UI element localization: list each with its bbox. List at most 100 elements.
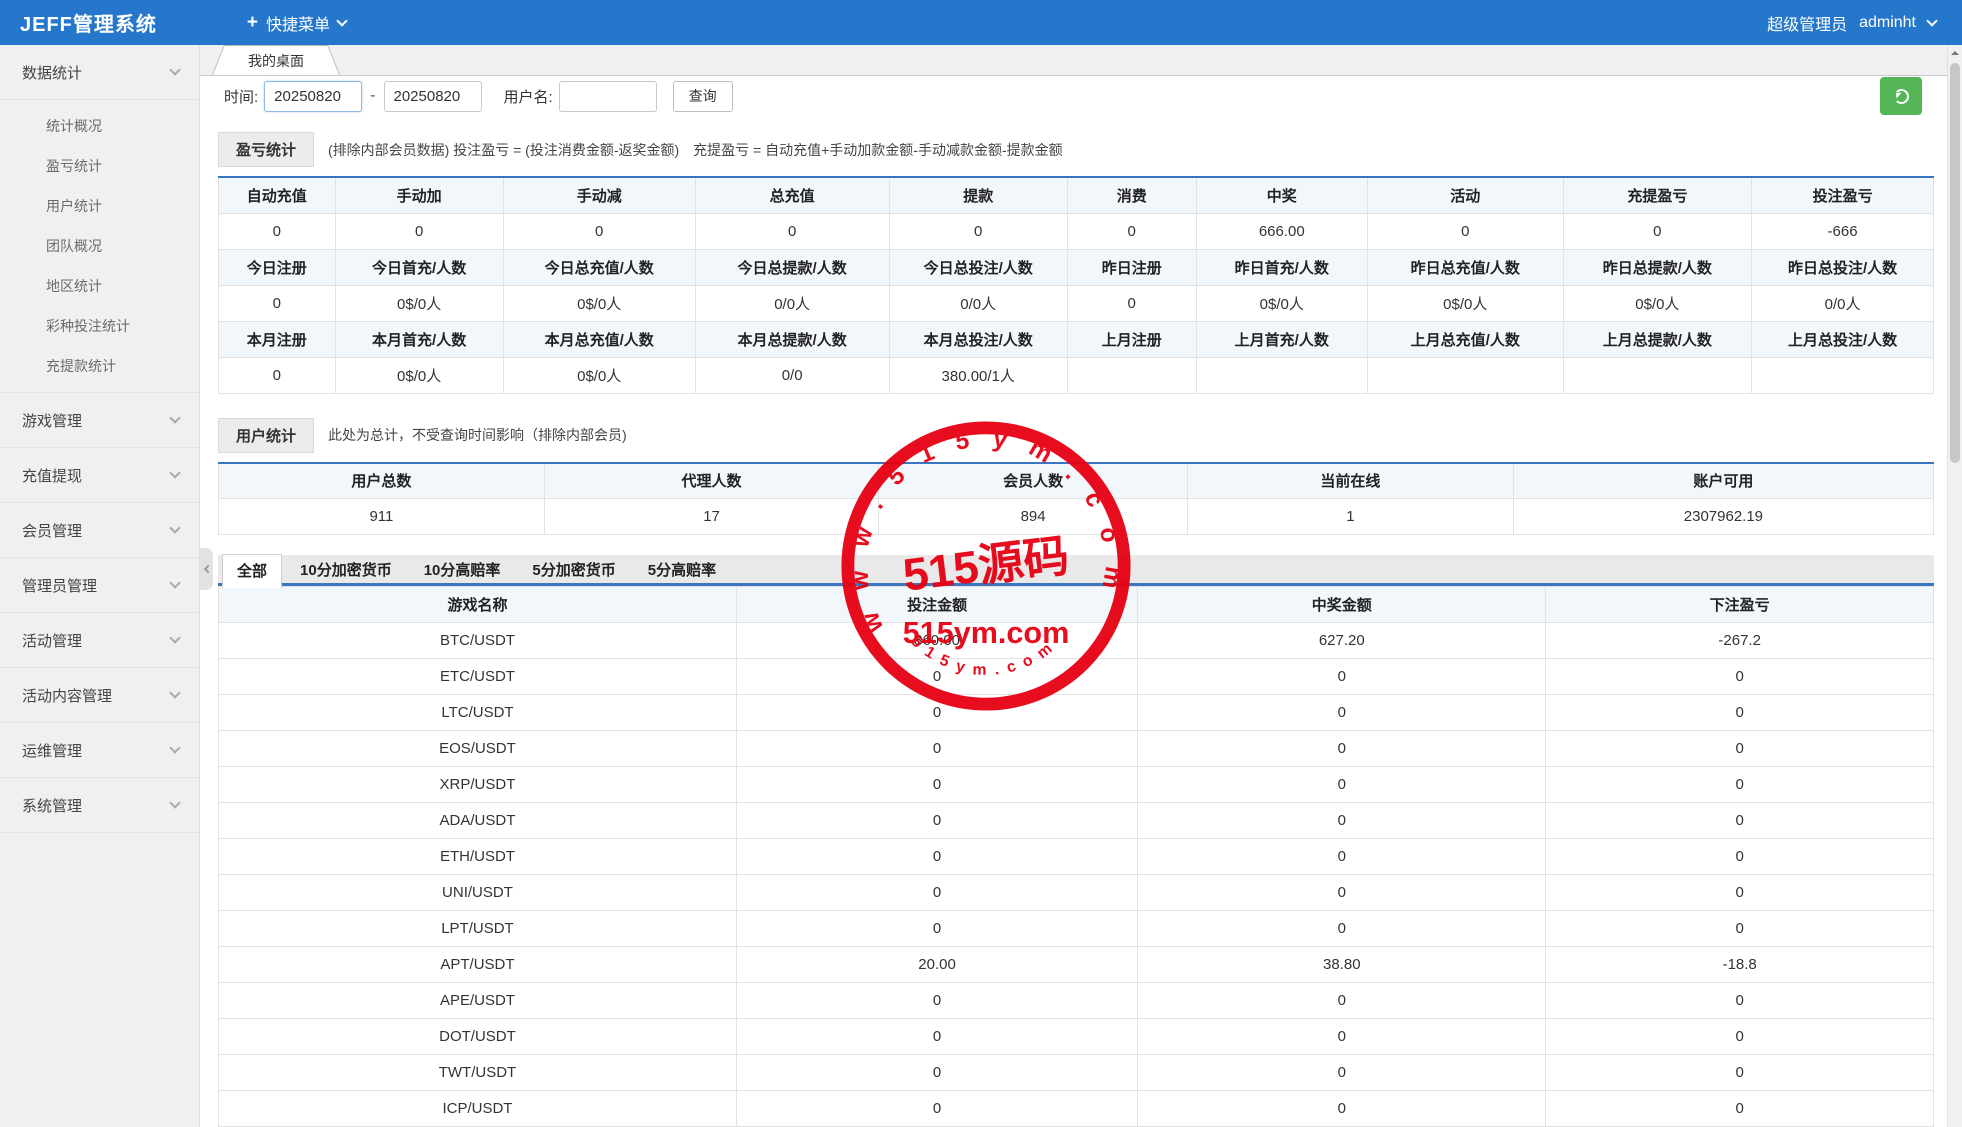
chevron-down-icon	[169, 412, 181, 424]
profit-section-note: (排除内部会员数据) 投注盈亏 = (投注消费金额-返奖金额) 充提盈亏 = 自…	[328, 141, 1063, 158]
sidebar-item-deposit-withdraw-stats[interactable]: 充提款统计	[0, 346, 199, 386]
stat-value-cell: 0	[1562, 212, 1753, 250]
game-profit-cell: 0	[1545, 1054, 1934, 1091]
game-profit-cell: 0	[1545, 694, 1934, 731]
stat-header-cell: 提款	[888, 176, 1068, 214]
game-name-cell: LTC/USDT	[218, 694, 737, 731]
stat-header-cell: 昨日总提款/人数	[1562, 248, 1753, 286]
sidebar-group-ops-mgmt[interactable]: 运维管理	[0, 723, 199, 778]
sidebar-item-region-stats[interactable]: 地区统计	[0, 266, 199, 306]
stat-header-cell: 充提盈亏	[1562, 176, 1753, 214]
scrollbar-up-button[interactable]	[1948, 45, 1962, 61]
stat-header-cell: 上月总投注/人数	[1751, 320, 1934, 358]
game-bet-cell: 0	[735, 1054, 1139, 1091]
stat-header-cell: 今日首充/人数	[334, 248, 504, 286]
sidebar-item-profit-stats[interactable]: 盈亏统计	[0, 146, 199, 186]
stat-header-cell: 今日总提款/人数	[694, 248, 890, 286]
sidebar-group-activity-mgmt[interactable]: 活动管理	[0, 613, 199, 668]
refresh-button[interactable]	[1880, 77, 1922, 115]
game-row: DOT/USDT 0 0 0	[218, 1018, 1934, 1055]
game-name-cell: XRP/USDT	[218, 766, 737, 803]
game-tab-bar: 全部 10分加密货币 10分高赔率 5分加密货币 5分高赔率	[218, 553, 1934, 588]
game-tab-5min-high-odds[interactable]: 5分高赔率	[634, 554, 730, 585]
username: adminht	[1859, 13, 1916, 31]
table-row: 自动充值 手动加 手动减 总充值 提款 消费 中奖 活动 充提盈亏 投注盈亏	[218, 176, 1934, 214]
tab-strip: 我的桌面	[200, 45, 1962, 76]
game-win-cell: 627.20	[1137, 622, 1547, 659]
stat-header-cell: 今日总投注/人数	[888, 248, 1068, 286]
game-row: EOS/USDT 0 0 0	[218, 730, 1934, 767]
game-win-cell: 0	[1137, 730, 1547, 767]
sidebar-group-member-mgmt[interactable]: 会员管理	[0, 503, 199, 558]
stat-value-cell: 2307962.19	[1512, 498, 1935, 535]
sidebar-collapse-handle[interactable]	[200, 548, 213, 590]
stat-value-cell: 0$/0人	[1195, 284, 1369, 322]
stat-value-cell	[1562, 356, 1753, 394]
tab-my-desktop[interactable]: 我的桌面	[212, 45, 340, 75]
game-tab-5min-crypto[interactable]: 5分加密货币	[518, 554, 629, 585]
stat-value-cell: 0$/0人	[502, 356, 696, 394]
quick-menu-button[interactable]: + 快捷菜单	[246, 11, 348, 35]
table-row: 用户总数 代理人数 会员人数 当前在线 账户可用	[218, 462, 1935, 499]
sidebar-group-data-stats[interactable]: 数据统计	[0, 45, 199, 100]
game-tab-10min-high-odds[interactable]: 10分高赔率	[410, 554, 515, 585]
table-row: 0 0$/0人 0$/0人 0/0 380.00/1人	[218, 356, 1934, 394]
game-profit-cell: 0	[1545, 1090, 1934, 1127]
game-header-cell: 游戏名称	[218, 586, 737, 623]
stat-value-cell: 0	[218, 212, 336, 250]
game-win-cell: 0	[1137, 1054, 1547, 1091]
filter-bar: 时间: - 用户名: 查询	[200, 76, 1962, 116]
game-tab-10min-crypto[interactable]: 10分加密货币	[286, 554, 406, 585]
scrollbar-thumb[interactable]	[1950, 63, 1960, 463]
game-bet-cell: 360.00	[735, 622, 1139, 659]
game-header-cell: 投注金额	[735, 586, 1139, 623]
game-profit-cell: 0	[1545, 658, 1934, 695]
game-tab-all[interactable]: 全部	[222, 553, 283, 588]
game-bet-cell: 0	[735, 1018, 1139, 1055]
chevron-down-icon	[169, 577, 181, 589]
sidebar-group-activity-content-mgmt[interactable]: 活动内容管理	[0, 668, 199, 723]
stat-header-cell: 当前在线	[1186, 462, 1514, 499]
stat-value-cell: 0$/0人	[502, 284, 696, 322]
stat-value-cell: 0	[694, 212, 890, 250]
username-input[interactable]	[558, 80, 657, 112]
game-win-cell: 0	[1137, 910, 1547, 947]
sidebar-group-admin-mgmt[interactable]: 管理员管理	[0, 558, 199, 613]
user-menu-button[interactable]: 超级管理员 adminht	[1767, 11, 1962, 35]
user-stats-table: 用户总数 代理人数 会员人数 当前在线 账户可用 911 17 894 1 23…	[218, 461, 1935, 535]
sidebar-item-stats-overview[interactable]: 统计概况	[0, 106, 199, 146]
plus-icon: +	[246, 11, 259, 33]
chevron-down-icon	[1926, 14, 1938, 27]
stat-value-cell: 0$/0人	[1562, 284, 1753, 322]
date-from-input[interactable]	[264, 80, 363, 112]
stat-value-cell: 0/0人	[694, 284, 890, 322]
stat-value-cell	[1751, 356, 1934, 394]
stat-header-cell: 本月注册	[218, 320, 336, 358]
sidebar-group-label: 充值提现	[22, 467, 83, 485]
date-to-input[interactable]	[383, 80, 482, 112]
stat-value-cell: 911	[218, 498, 545, 535]
game-name-cell: TWT/USDT	[218, 1054, 737, 1091]
sidebar: 数据统计 统计概况 盈亏统计 用户统计 团队概况 地区统计 彩种投注统计 充提款…	[0, 45, 200, 1127]
sidebar-item-lottery-bet-stats[interactable]: 彩种投注统计	[0, 306, 199, 346]
stat-header-cell: 本月总提款/人数	[694, 320, 890, 358]
query-button[interactable]: 查询	[672, 80, 733, 112]
sidebar-group-recharge-withdraw[interactable]: 充值提现	[0, 448, 199, 503]
sidebar-group-game-mgmt[interactable]: 游戏管理	[0, 393, 199, 448]
sidebar-item-user-stats[interactable]: 用户统计	[0, 186, 199, 226]
stat-header-cell: 上月注册	[1066, 320, 1197, 358]
stat-header-cell: 上月总提款/人数	[1562, 320, 1753, 358]
profit-section-badge: 盈亏统计	[218, 132, 315, 167]
sidebar-item-team-overview[interactable]: 团队概况	[0, 226, 199, 266]
sidebar-group-system-mgmt[interactable]: 系统管理	[0, 778, 199, 833]
game-name-cell: ADA/USDT	[218, 802, 737, 839]
stat-value-cell: 17	[543, 498, 880, 535]
game-win-cell: 0	[1137, 802, 1547, 839]
game-row: LPT/USDT 0 0 0	[218, 910, 1934, 947]
stat-header-cell: 会员人数	[878, 462, 1188, 499]
game-row: UNI/USDT 0 0 0	[218, 874, 1934, 911]
game-win-cell: 0	[1137, 766, 1547, 803]
chevron-down-icon	[169, 687, 181, 699]
user-section-badge: 用户统计	[218, 417, 315, 453]
game-header-cell: 中奖金额	[1137, 586, 1547, 623]
